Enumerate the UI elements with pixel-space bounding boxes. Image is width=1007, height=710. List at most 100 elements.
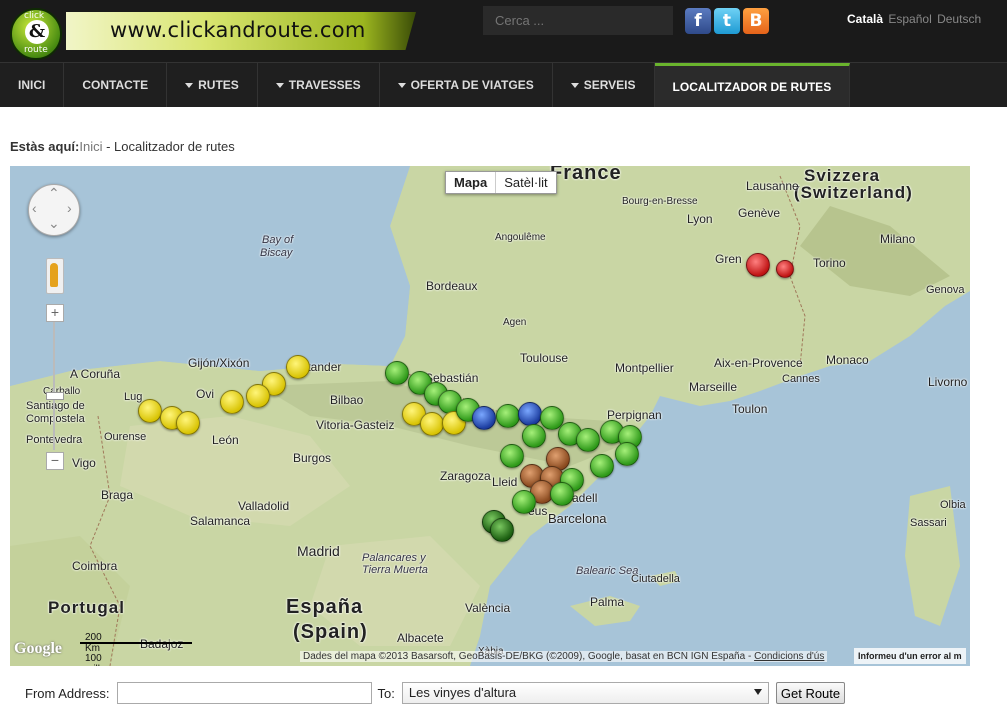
route-marker[interactable] [138,399,162,423]
search-input[interactable] [483,6,673,35]
route-form: From Address: To: Les vinyes d'altura Ge… [25,682,846,704]
label-acoruna: A Coruña [70,367,121,381]
caret-down-icon [570,82,579,88]
route-marker[interactable] [490,518,514,542]
from-address-input[interactable] [116,682,372,704]
label-palancares: Palancares y [362,552,426,564]
map-attribution: Dades del mapa ©2013 Basarsoft, GeoBasis… [300,651,828,662]
label-vitoria: Vitoria-Gasteiz [316,418,395,432]
terms-link[interactable]: Condicions d'ús [754,651,824,662]
label-angouleme: Angoulême [495,232,546,243]
label-ciutadella: Ciutadella [631,573,680,585]
caret-down-icon [397,82,406,88]
breadcrumb: Estàs aquí:Inici - Localitzador de rutes [10,139,235,154]
route-marker[interactable] [472,406,496,430]
label-grenoble: Gren [715,252,742,266]
pan-up-icon[interactable]: ⌃ [48,185,60,202]
destination-selected: Les vinyes d'altura [408,685,517,700]
nav-item-serveis[interactable]: SERVEIS [553,63,655,107]
label-bilbao: Bilbao [330,393,364,407]
nav-label: OFERTA DE VIATGES [410,78,534,92]
logo-emblem: click & route [10,8,62,60]
pan-down-icon[interactable]: ⌄ [48,215,60,232]
blogger-icon[interactable]: B [743,8,769,34]
route-marker[interactable] [500,444,524,468]
pan-right-icon[interactable]: › [67,200,72,216]
breadcrumb-label: Estàs aquí: [10,139,80,154]
label-leon: León [212,433,239,447]
route-marker[interactable] [550,482,574,506]
route-marker[interactable] [576,428,600,452]
route-marker[interactable] [776,260,794,278]
map-type-satellite-button[interactable]: Satèl·lit [496,172,555,193]
zoom-in-button[interactable]: + [46,304,64,322]
map-type-map-button[interactable]: Mapa [446,172,497,193]
google-logo[interactable]: Google [14,640,62,658]
pegman-figure [50,263,58,287]
logo-word-route: route [24,45,48,55]
route-marker[interactable] [590,454,614,478]
label-geneve: Genève [738,206,781,220]
from-label: From Address: [25,685,110,701]
route-marker[interactable] [518,402,542,426]
route-marker[interactable] [286,355,310,379]
twitter-icon[interactable]: t [714,8,740,34]
route-marker[interactable] [496,404,520,428]
label-livorno: Livorno [928,375,968,389]
site-logo[interactable]: click & route www.clickandroute.com [8,6,418,60]
label-zaragoza: Zaragoza [440,469,491,483]
pan-left-icon[interactable]: ‹ [32,200,37,216]
route-marker[interactable] [522,424,546,448]
route-marker[interactable] [615,442,639,466]
label-santiago-de: Santiago de [26,400,85,412]
label-coimbra: Coimbra [72,559,118,573]
report-error-link[interactable]: Informeu d'un error al m [854,648,966,664]
label-genova: Genova [926,284,965,296]
nav-item-contacte[interactable]: CONTACTE [64,63,168,107]
nav-label: TRAVESSES [288,78,361,92]
label-sabadell: adell [572,491,598,505]
route-map[interactable]: France Svizzera (Switzerland) España (Sp… [10,166,970,666]
zoom-out-button[interactable]: − [46,452,64,470]
nav-item-inici[interactable]: INICI [0,63,65,107]
route-marker[interactable] [420,412,444,436]
street-view-pegman-icon[interactable] [46,258,64,294]
route-marker[interactable] [385,361,409,385]
chevron-down-icon [753,689,762,695]
label-marseille: Marseille [689,380,738,394]
label-palma: Palma [590,595,625,609]
destination-select[interactable]: Les vinyes d'altura [401,682,769,704]
nav-item-localitzador[interactable]: LOCALITZADOR DE RUTES [654,63,851,107]
label-albacete: Albacete [397,631,444,645]
label-burgos: Burgos [293,451,332,465]
lang-deutsch[interactable]: Deutsch [937,12,981,26]
route-marker[interactable] [512,490,536,514]
zoom-slider-track[interactable] [53,322,55,450]
label-oviedo: Ovi [196,387,214,401]
zoom-slider-thumb[interactable] [46,392,64,400]
label-lleida: Lleid [492,475,518,489]
label-toulon: Toulon [732,402,768,416]
label-bourg: Bourg-en-Bresse [622,196,698,207]
route-marker[interactable] [176,411,200,435]
nav-item-oferta[interactable]: OFERTA DE VIATGES [380,63,553,107]
route-marker[interactable] [746,253,770,277]
nav-item-travesses[interactable]: TRAVESSES [258,63,380,107]
scale-miles: 100 milles [85,653,111,666]
label-france: France [550,166,622,184]
nav-item-rutes[interactable]: RUTES [167,63,258,107]
lang-catala[interactable]: Català [847,12,883,26]
lang-espanol[interactable]: Español [888,12,931,26]
breadcrumb-home-link[interactable]: Inici [79,139,102,154]
site-header: click & route www.clickandroute.com f t … [0,0,1007,62]
label-monaco: Monaco [826,353,869,367]
nav-label: CONTACTE [82,78,149,92]
get-route-button[interactable]: Get Route [775,682,846,704]
label-torino: Torino [813,256,846,270]
route-marker[interactable] [246,384,270,408]
route-marker[interactable] [220,390,244,414]
pan-control[interactable]: ⌃ ⌄ ‹ › [28,184,80,236]
facebook-icon[interactable]: f [685,8,711,34]
label-cannes: Cannes [782,373,820,385]
label-sassari: Sassari [910,517,947,529]
